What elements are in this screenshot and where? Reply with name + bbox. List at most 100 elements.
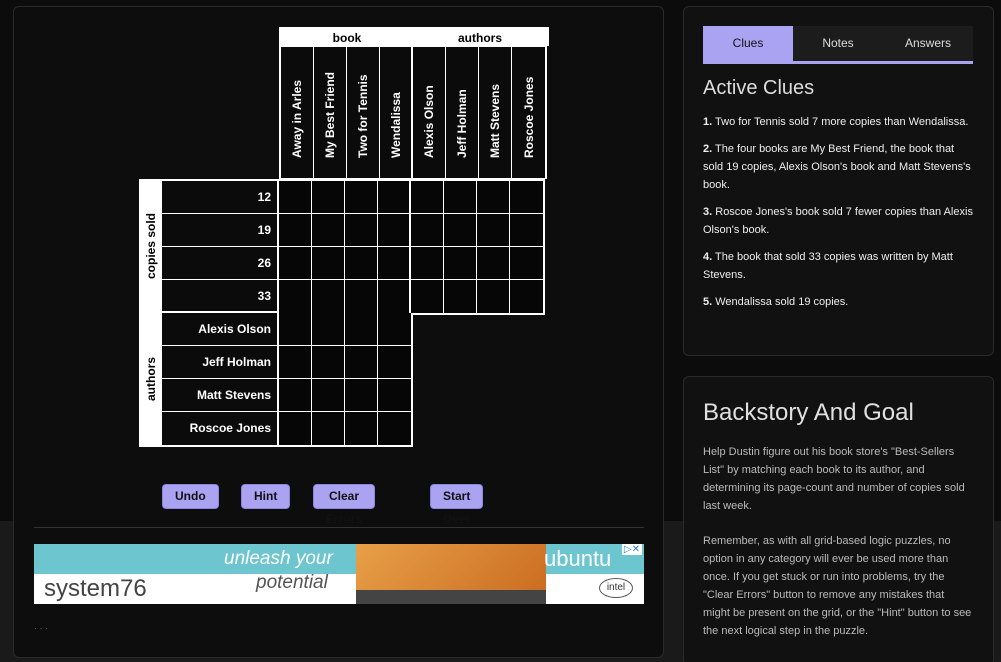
grid-cell[interactable] — [312, 346, 345, 379]
col-header: Alexis Olson — [413, 47, 446, 178]
grid-cell[interactable] — [345, 247, 378, 280]
grid-cell[interactable] — [345, 181, 378, 214]
row-header: Roscoe Jones — [162, 412, 277, 445]
row-header: 33 — [162, 280, 277, 313]
grid-cell[interactable] — [312, 280, 345, 313]
grid-cell[interactable] — [411, 214, 444, 247]
grid-cell[interactable] — [312, 412, 345, 445]
tab-bar: Clues Notes Answers — [703, 26, 973, 64]
row-headers: 12 19 26 33 Alexis Olson Jeff Holman Mat… — [161, 179, 279, 447]
divider — [34, 527, 644, 528]
tab-answers[interactable]: Answers — [883, 26, 973, 61]
grid-cell[interactable] — [477, 214, 510, 247]
side-group-authors: authors — [144, 356, 158, 402]
col-header: Roscoe Jones — [512, 47, 545, 178]
clue-item[interactable]: 2. The four books are My Best Friend, th… — [703, 140, 973, 194]
grid-cell[interactable] — [279, 247, 312, 280]
backstory-title: Backstory And Goal — [703, 399, 914, 426]
grid-cell[interactable] — [378, 280, 411, 313]
grid-cell[interactable] — [345, 280, 378, 313]
ad-close-icon[interactable]: ▷✕ — [621, 544, 642, 555]
col-header: Away in Arles — [281, 47, 314, 178]
grid-cell[interactable] — [378, 412, 411, 445]
row-header: Matt Stevens — [162, 379, 277, 412]
grid-cell[interactable] — [312, 181, 345, 214]
grid-cell[interactable] — [510, 247, 543, 280]
column-headers: Away in Arles My Best Friend Two for Ten… — [279, 46, 547, 179]
row-header: 12 — [162, 181, 277, 214]
top-group-authors: authors — [457, 31, 502, 45]
clue-item[interactable]: 5. Wendalissa sold 19 copies. — [703, 293, 973, 311]
clear-errors-button[interactable]: Clear Errors — [313, 484, 376, 526]
grid-cell[interactable] — [510, 214, 543, 247]
grid-cell[interactable] — [378, 313, 411, 346]
backstory-panel: Backstory And Goal Help Dustin figure ou… — [683, 376, 994, 662]
tab-notes[interactable]: Notes — [793, 26, 883, 61]
grid-cell[interactable] — [279, 313, 312, 346]
grid-cell[interactable] — [345, 412, 378, 445]
grid-cell[interactable] — [477, 181, 510, 214]
grid-cell[interactable] — [279, 379, 312, 412]
grid-cell[interactable] — [510, 280, 543, 313]
grid-block-copies — [279, 179, 545, 315]
ellipsis-icon: · · · — [34, 623, 48, 633]
clues-panel: Clues Notes Answers Active Clues 1. Two … — [683, 6, 994, 356]
grid-cell[interactable] — [510, 181, 543, 214]
grid-cell[interactable] — [477, 280, 510, 313]
grid-cell[interactable] — [312, 379, 345, 412]
grid-cell[interactable] — [378, 379, 411, 412]
grid-cell[interactable] — [378, 346, 411, 379]
grid-cell[interactable] — [444, 247, 477, 280]
undo-button[interactable]: Undo — [162, 484, 219, 509]
grid-cell[interactable] — [411, 247, 444, 280]
side-group-labels: copies sold authors — [139, 179, 161, 447]
grid-cell[interactable] — [279, 412, 312, 445]
row-header: 26 — [162, 247, 277, 280]
row-header: Alexis Olson — [162, 313, 277, 346]
grid-cell[interactable] — [378, 247, 411, 280]
grid-cell[interactable] — [279, 214, 312, 247]
grid-cell[interactable] — [444, 181, 477, 214]
top-group-headers: book authors — [279, 27, 549, 46]
col-header: Wendalissa — [380, 47, 413, 178]
grid-cell[interactable] — [345, 313, 378, 346]
ad-brand: system76 — [44, 575, 147, 602]
clue-item[interactable]: 3. Roscoe Jones's book sold 7 fewer copi… — [703, 203, 973, 239]
tab-clues[interactable]: Clues — [703, 26, 793, 61]
start-over-button[interactable]: Start Over — [430, 484, 484, 526]
ad-banner[interactable]: system76 unleash your potential ubuntu i… — [34, 544, 644, 604]
grid-cell[interactable] — [279, 346, 312, 379]
app-root: book authors Away in Arles My Best Frien… — [0, 0, 1001, 662]
grid-cell[interactable] — [312, 313, 345, 346]
grid-cell[interactable] — [444, 280, 477, 313]
backstory-text: Help Dustin figure out his book store's … — [703, 446, 965, 512]
side-group-copies-sold: copies sold — [141, 181, 161, 313]
intel-logo: intel — [599, 578, 633, 598]
grid-cell[interactable] — [378, 181, 411, 214]
clue-list: 1. Two for Tennis sold 7 more copies tha… — [703, 113, 973, 320]
grid-cell[interactable] — [279, 181, 312, 214]
clue-item[interactable]: 1. Two for Tennis sold 7 more copies tha… — [703, 113, 973, 131]
hint-button[interactable]: Hint — [241, 484, 291, 509]
grid-cell[interactable] — [444, 214, 477, 247]
ad-tagline: unleash your — [224, 548, 333, 569]
col-header: Jeff Holman — [446, 47, 479, 178]
puzzle-panel: book authors Away in Arles My Best Frien… — [13, 6, 664, 658]
grid-cell[interactable] — [312, 214, 345, 247]
col-header: My Best Friend — [314, 47, 347, 178]
grid-cell[interactable] — [279, 280, 312, 313]
grid-cell[interactable] — [345, 214, 378, 247]
ad-tagline-2: potential — [256, 572, 328, 593]
row-header: Jeff Holman — [162, 346, 277, 379]
col-header: Matt Stevens — [479, 47, 512, 178]
grid-cell[interactable] — [477, 247, 510, 280]
grid-cell[interactable] — [345, 379, 378, 412]
grid-cell[interactable] — [411, 181, 444, 214]
grid-cell[interactable] — [345, 346, 378, 379]
rules-text: Remember, as with all grid-based logic p… — [703, 535, 972, 637]
grid-cell[interactable] — [378, 214, 411, 247]
grid-cell[interactable] — [312, 247, 345, 280]
grid-cell[interactable] — [411, 280, 444, 313]
row-header: 19 — [162, 214, 277, 247]
clue-item[interactable]: 4. The book that sold 33 copies was writ… — [703, 248, 973, 284]
